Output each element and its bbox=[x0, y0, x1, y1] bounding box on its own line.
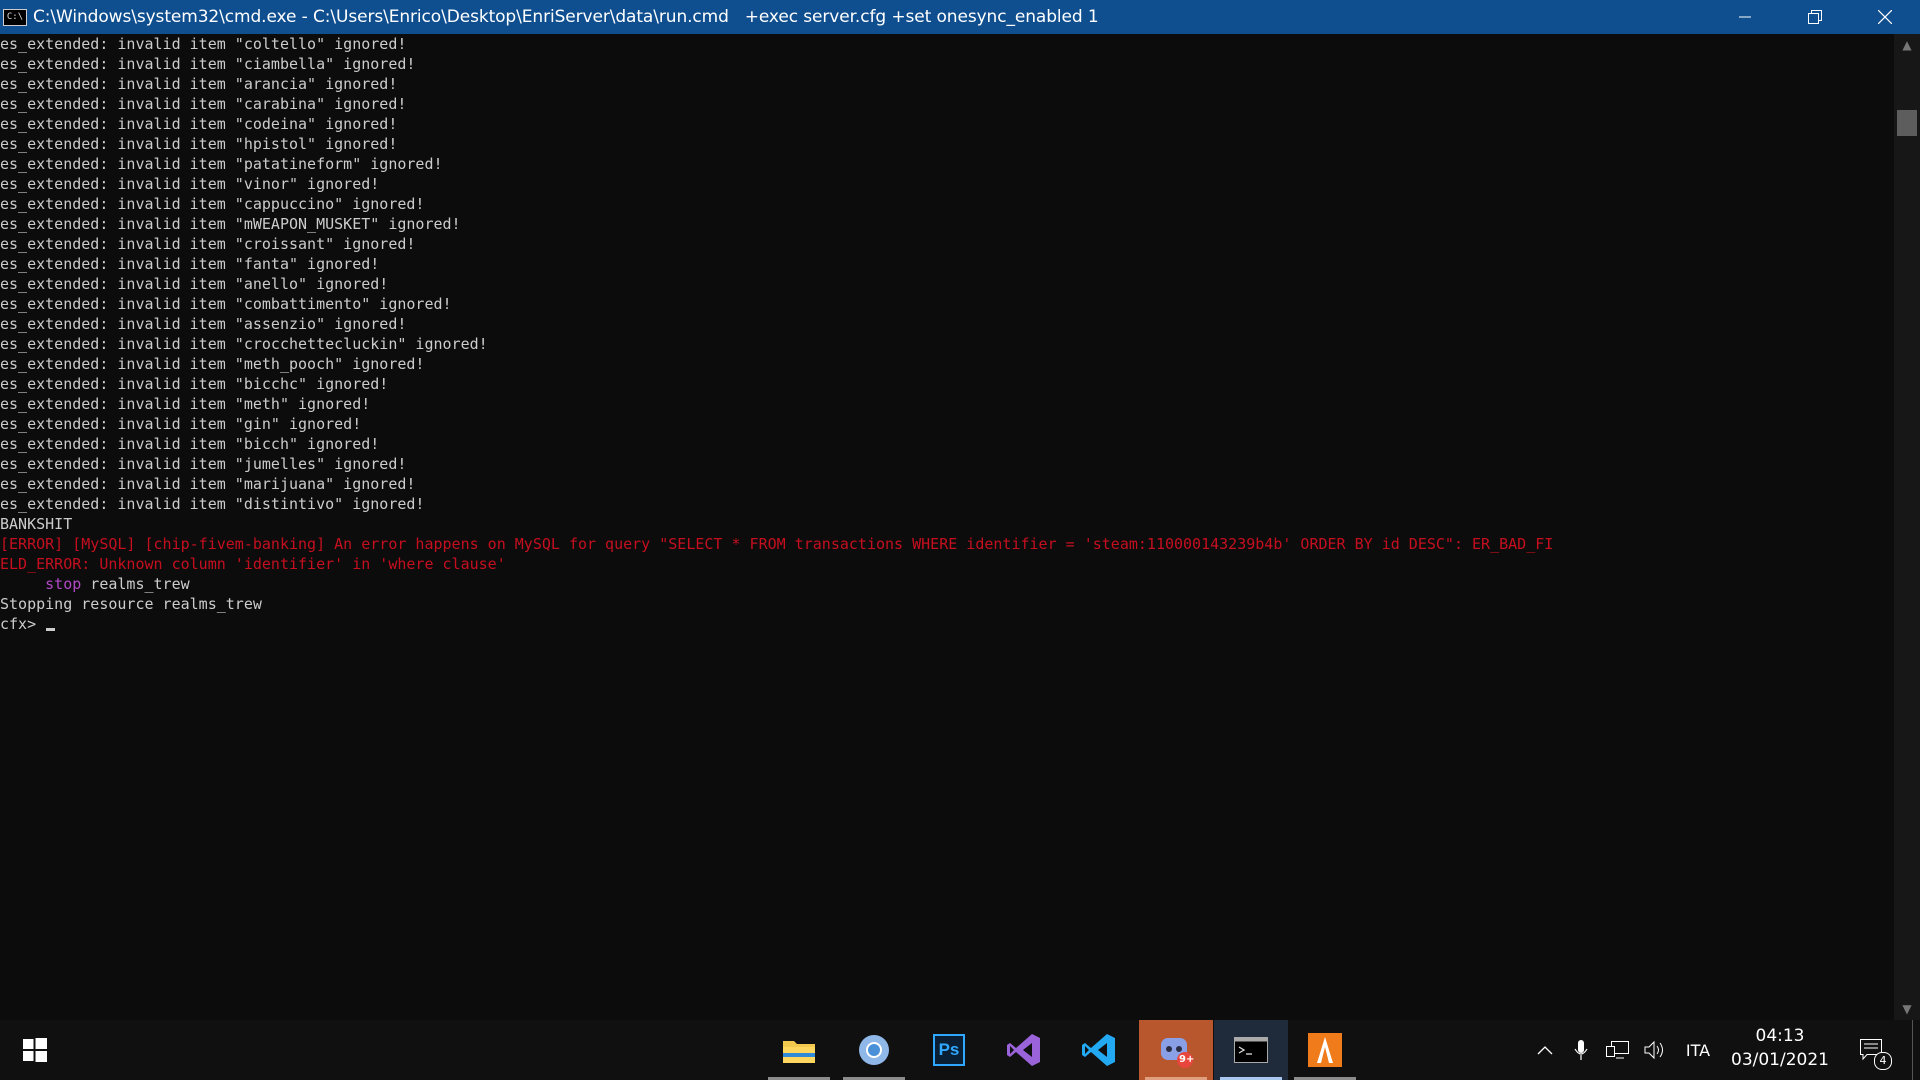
photoshop-icon: Ps bbox=[933, 1034, 965, 1066]
network-icon bbox=[1606, 1041, 1629, 1059]
console-line: BANKSHIT bbox=[0, 515, 73, 533]
console-line: es_extended: invalid item "combattimento… bbox=[0, 295, 452, 313]
console-line: es_extended: invalid item "meth" ignored… bbox=[0, 395, 371, 413]
taskbar: Ps 9+ ITA 04:13 03/01/2021 4 bbox=[0, 1020, 1920, 1080]
console-line: es_extended: invalid item "mWEAPON_MUSKE… bbox=[0, 215, 461, 233]
console-command-keyword: stop bbox=[45, 575, 82, 593]
console-line: es_extended: invalid item "meth_pooch" i… bbox=[0, 355, 425, 373]
minimize-button[interactable] bbox=[1710, 0, 1780, 34]
console-error-line: ELD_ERROR: Unknown column 'identifier' i… bbox=[0, 555, 506, 573]
chevron-up-icon bbox=[1537, 1046, 1553, 1055]
windows-logo-icon bbox=[23, 1038, 47, 1062]
network-button[interactable] bbox=[1600, 1020, 1636, 1080]
console-line: es_extended: invalid item "distintivo" i… bbox=[0, 495, 425, 513]
input-language[interactable]: ITA bbox=[1678, 1020, 1718, 1080]
restore-button[interactable] bbox=[1780, 0, 1850, 34]
scrollbar-thumb[interactable] bbox=[1897, 110, 1917, 136]
vscode-icon bbox=[1082, 1034, 1115, 1066]
discord-badge: 9+ bbox=[1179, 1054, 1195, 1065]
volume-icon bbox=[1644, 1040, 1663, 1060]
taskbar-visual-studio[interactable] bbox=[987, 1020, 1061, 1080]
console-line: es_extended: invalid item "patatineform"… bbox=[0, 155, 443, 173]
start-button[interactable] bbox=[0, 1020, 70, 1080]
title-bar[interactable]: C:\ C:\Windows\system32\cmd.exe - C:\Use… bbox=[0, 0, 1920, 34]
console-line: es_extended: invalid item "ciambella" ig… bbox=[0, 55, 416, 73]
taskbar-orange-app[interactable] bbox=[1288, 1020, 1362, 1080]
app-orange-icon bbox=[1308, 1033, 1342, 1067]
taskbar-vscode[interactable] bbox=[1062, 1020, 1136, 1080]
console-line: es_extended: invalid item "vinor" ignore… bbox=[0, 175, 380, 193]
console-line: es_extended: invalid item "bicchc" ignor… bbox=[0, 375, 389, 393]
close-icon bbox=[1878, 10, 1892, 24]
console-line: es_extended: invalid item "bicch" ignore… bbox=[0, 435, 380, 453]
clock-date: 03/01/2021 bbox=[1731, 1050, 1829, 1070]
show-hidden-icons-button[interactable] bbox=[1528, 1020, 1562, 1080]
console-line: es_extended: invalid item "jumelles" ign… bbox=[0, 455, 407, 473]
console-line: es_extended: invalid item "hpistol" igno… bbox=[0, 135, 398, 153]
console-line: es_extended: invalid item "gin" ignored! bbox=[0, 415, 362, 433]
action-center-button[interactable]: 4 bbox=[1850, 1020, 1894, 1080]
microphone-icon bbox=[1574, 1040, 1588, 1060]
console-error-line: [ERROR] [MySQL] [chip-fivem-banking] An … bbox=[0, 535, 1554, 553]
console-line: es_extended: invalid item "marijuana" ig… bbox=[0, 475, 416, 493]
clock-time: 04:13 bbox=[1755, 1026, 1805, 1046]
console-line: es_extended: invalid item "croissant" ig… bbox=[0, 235, 416, 253]
console-line: es_extended: invalid item "fanta" ignore… bbox=[0, 255, 380, 273]
window-title: C:\Windows\system32\cmd.exe - C:\Users\E… bbox=[33, 7, 1099, 27]
visual-studio-icon bbox=[1007, 1034, 1040, 1066]
restore-icon bbox=[1808, 10, 1822, 24]
text-cursor bbox=[46, 628, 56, 631]
volume-button[interactable] bbox=[1638, 1020, 1674, 1080]
console-line: es_extended: invalid item "arancia" igno… bbox=[0, 75, 398, 93]
show-desktop-button[interactable] bbox=[1912, 1020, 1920, 1080]
console-command-argument: realms_trew bbox=[81, 575, 190, 593]
microphone-button[interactable] bbox=[1564, 1020, 1598, 1080]
console-line: Stopping resource realms_trew bbox=[0, 595, 262, 613]
console-text: es_extended: invalid item "coltello" ign… bbox=[0, 34, 1894, 634]
taskbar-cmd[interactable] bbox=[1214, 1020, 1288, 1080]
file-explorer-icon bbox=[783, 1041, 815, 1063]
taskbar-photoshop[interactable]: Ps bbox=[912, 1020, 986, 1080]
cmd-app-icon[interactable]: C:\ bbox=[3, 8, 27, 26]
console-line: es_extended: invalid item "coltello" ign… bbox=[0, 35, 407, 53]
scroll-up-arrow-icon[interactable]: ▲ bbox=[1894, 34, 1920, 56]
taskbar-discord[interactable]: 9+ bbox=[1139, 1020, 1213, 1080]
close-button[interactable] bbox=[1850, 0, 1920, 34]
notification-count-badge: 4 bbox=[1874, 1052, 1892, 1070]
taskbar-chrome[interactable] bbox=[837, 1020, 911, 1080]
taskbar-file-explorer[interactable] bbox=[762, 1020, 836, 1080]
clock[interactable]: 04:13 03/01/2021 bbox=[1720, 1020, 1840, 1080]
cmd-icon bbox=[1234, 1037, 1268, 1063]
console-line: es_extended: invalid item "assenzio" ign… bbox=[0, 315, 407, 333]
console-output[interactable]: es_extended: invalid item "coltello" ign… bbox=[0, 34, 1894, 1020]
minimize-icon bbox=[1739, 16, 1751, 18]
console-line: es_extended: invalid item "cappuccino" i… bbox=[0, 195, 425, 213]
console-line: es_extended: invalid item "carabina" ign… bbox=[0, 95, 407, 113]
console-line: es_extended: invalid item "anello" ignor… bbox=[0, 275, 389, 293]
chrome-icon bbox=[859, 1035, 889, 1065]
console-line: es_extended: invalid item "crocchetteclu… bbox=[0, 335, 488, 353]
console-line: es_extended: invalid item "codeina" igno… bbox=[0, 115, 398, 133]
scroll-down-arrow-icon[interactable]: ▼ bbox=[1894, 998, 1920, 1020]
console-prompt: cfx> bbox=[0, 615, 46, 633]
vertical-scrollbar[interactable]: ▲ ▼ bbox=[1894, 34, 1920, 1020]
